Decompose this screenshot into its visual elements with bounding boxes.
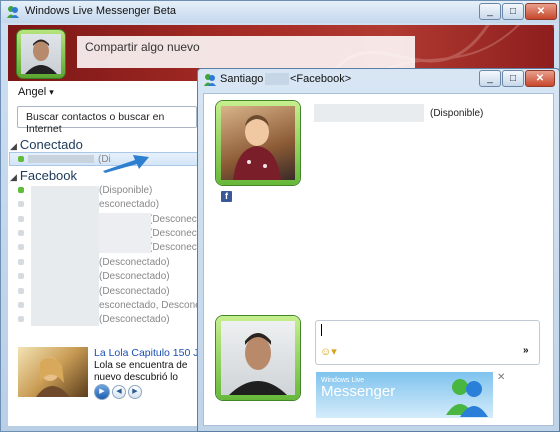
promo-title: Messenger	[321, 383, 396, 400]
maximize-button[interactable]: □	[502, 3, 524, 20]
redacted-contact-names	[31, 186, 99, 326]
video-ad-title-link[interactable]: La Lola Capitulo 150 Junto	[94, 347, 199, 359]
redacted-surname	[265, 73, 289, 85]
chevron-down-icon: ▾	[49, 87, 54, 97]
user-status-dropdown[interactable]: Angel ▾	[18, 86, 54, 98]
chat-close-button[interactable]: ✕	[525, 70, 555, 87]
status-offline-icon	[18, 216, 24, 223]
contact-status: (Desconectado)	[99, 271, 170, 282]
pointer-arrow-icon	[103, 155, 149, 173]
more-options-button[interactable]: »	[523, 345, 529, 356]
chat-network-label: <Facebook>	[290, 73, 352, 85]
status-offline-icon	[18, 316, 24, 323]
status-offline-icon	[18, 302, 24, 309]
facebook-icon: f	[221, 191, 232, 202]
status-offline-icon	[18, 259, 24, 266]
redacted-name	[28, 155, 94, 164]
child-photo-icon	[233, 115, 281, 180]
message-input[interactable]	[315, 320, 540, 365]
main-window-title: Windows Live Messenger Beta	[25, 5, 177, 17]
my-avatar-photo	[21, 34, 61, 74]
expand-arrow-icon: ◢	[10, 172, 17, 182]
messenger-app-icon	[7, 6, 19, 18]
search-input[interactable]: Buscar contactos o buscar en Internet	[17, 106, 197, 135]
status-online-icon	[18, 187, 24, 194]
contact-status: (Disponible)	[99, 185, 153, 196]
video-ad-thumbnail[interactable]	[18, 347, 88, 397]
my-chat-avatar[interactable]	[216, 316, 300, 400]
user-name: Angel	[18, 86, 47, 98]
promo-close-icon[interactable]: ✕	[497, 372, 505, 383]
text-caret	[321, 324, 322, 336]
minimize-button[interactable]: _	[479, 3, 501, 20]
status-offline-icon	[18, 201, 24, 208]
status-offline-icon	[18, 244, 24, 251]
emoticon-button[interactable]: ☺▾	[320, 345, 340, 358]
previous-button[interactable]: ◀	[112, 385, 126, 399]
video-frame-image	[36, 357, 70, 397]
status-offline-icon	[18, 288, 24, 295]
status-offline-icon	[18, 273, 24, 280]
status-offline-icon	[18, 230, 24, 237]
friend-avatar[interactable]	[216, 101, 300, 185]
expand-arrow-icon: ◢	[10, 141, 17, 151]
group-header-facebook[interactable]: ◢ Facebook	[10, 168, 77, 183]
chat-contact-name: Santiago	[220, 73, 264, 85]
group-label: Conectado	[19, 137, 83, 152]
group-label: Facebook	[19, 168, 78, 183]
messenger-buddies-icon	[446, 379, 488, 417]
person-silhouette-icon	[25, 39, 57, 74]
contact-status: esconectado)	[99, 199, 160, 210]
chat-minimize-button[interactable]: _	[479, 70, 501, 87]
contact-row[interactable]: (Di	[18, 154, 111, 168]
group-header-connected[interactable]: ◢ Conectado	[10, 137, 83, 152]
main-title-bar[interactable]: Windows Live Messenger Beta _ □ ✕	[1, 1, 559, 23]
share-status-field[interactable]: Compartir algo nuevo	[77, 36, 415, 68]
my-chat-avatar-photo	[221, 321, 295, 395]
redacted-contact-names	[99, 213, 151, 253]
contact-status: (Desconectado)	[99, 257, 170, 268]
chat-maximize-button[interactable]: □	[502, 70, 524, 87]
video-ad-description: Lola se encuentra de nuevo descubrió lo …	[94, 360, 188, 383]
redacted-friend-name	[314, 104, 424, 122]
contact-status: (Desconectado)	[99, 286, 170, 297]
play-button[interactable]: ▶	[94, 384, 110, 400]
contact-status: (Desconectado)	[99, 314, 170, 325]
friend-avatar-photo	[221, 106, 295, 180]
friend-status: (Disponible)	[430, 108, 484, 119]
person-photo-icon	[229, 333, 287, 395]
my-avatar[interactable]	[17, 30, 65, 78]
messenger-app-icon	[204, 74, 216, 86]
next-button[interactable]: ▶	[128, 385, 142, 399]
status-online-icon	[18, 156, 24, 163]
close-button[interactable]: ✕	[525, 3, 557, 20]
